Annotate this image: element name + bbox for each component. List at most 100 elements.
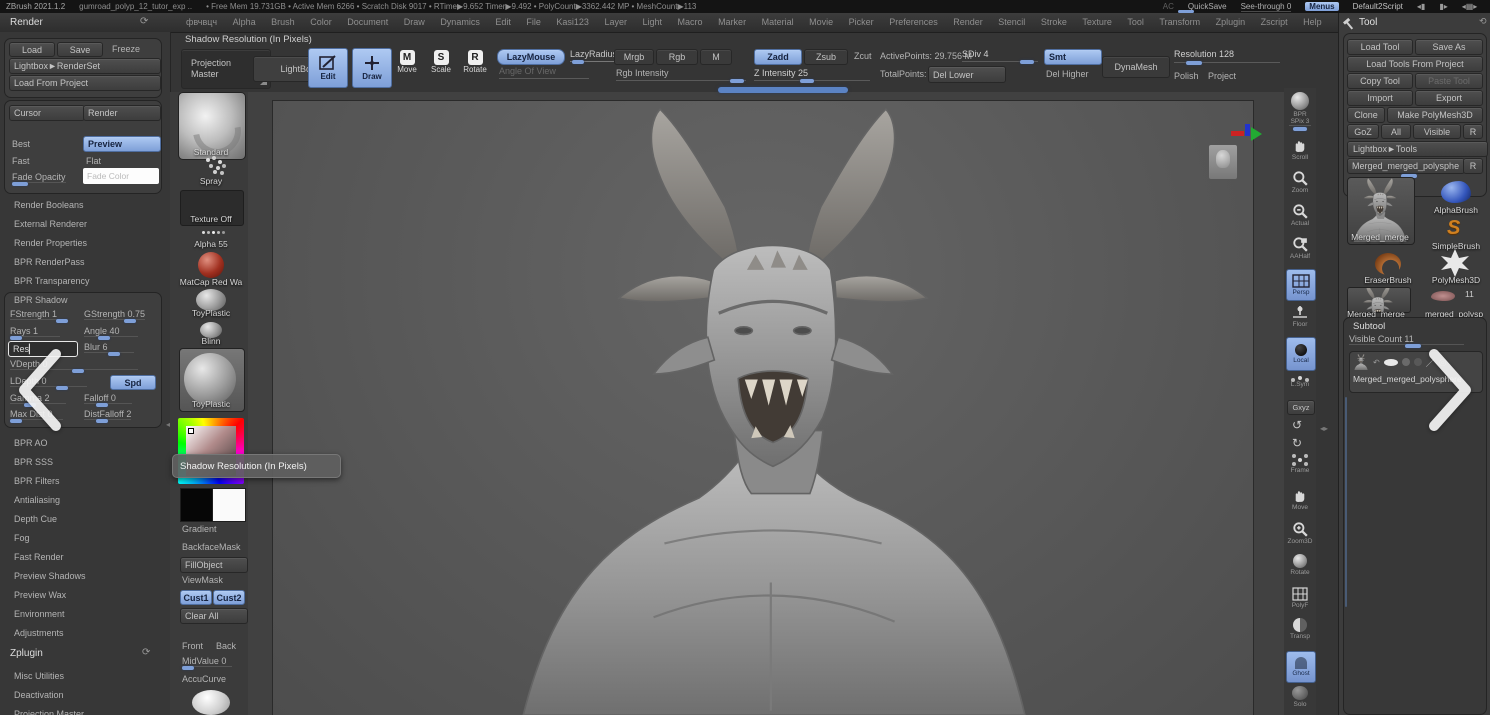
fast-button[interactable]: Fast: [12, 156, 30, 166]
gradient-button[interactable]: Gradient: [182, 524, 217, 534]
menu-item-transform[interactable]: Transform: [1159, 17, 1200, 27]
menu-item-draw[interactable]: Draw: [404, 17, 425, 27]
viewmask-button[interactable]: ViewMask: [182, 575, 223, 585]
local-button[interactable]: Local: [1286, 337, 1316, 371]
import-button[interactable]: Import: [1347, 90, 1413, 106]
section-bpr-ao[interactable]: BPR AO: [14, 438, 48, 448]
bpr-shadow-header[interactable]: BPR Shadow: [14, 295, 68, 305]
simplebrush-icon[interactable]: S: [1447, 217, 1460, 240]
fade-color-swatch[interactable]: Fade Color: [83, 168, 159, 184]
intensity-meter[interactable]: [718, 87, 848, 93]
default2script-button[interactable]: Default2Script: [1353, 2, 1403, 11]
falloff-nub[interactable]: [96, 403, 108, 407]
menu-item-kasi123[interactable]: Kasi123: [556, 17, 589, 27]
menu-item-movie[interactable]: Movie: [809, 17, 833, 27]
polymesh3d-icon[interactable]: [1439, 249, 1471, 277]
front-button[interactable]: Front: [182, 641, 203, 651]
cursor-button[interactable]: Cursor: [9, 105, 85, 121]
goz-r-button[interactable]: R: [1463, 124, 1483, 139]
del-lower-button[interactable]: Del Lower: [928, 66, 1006, 83]
gstrength-slider[interactable]: GStrength 0.75: [84, 309, 145, 320]
zsub-button[interactable]: Zsub: [804, 49, 848, 65]
export-button[interactable]: Export: [1415, 90, 1483, 106]
smt-button[interactable]: Smt: [1044, 49, 1102, 65]
rotate-button[interactable]: R Rotate: [458, 50, 492, 74]
menu-item-picker[interactable]: Picker: [849, 17, 874, 27]
shader-icon[interactable]: [1402, 358, 1410, 366]
goz-button[interactable]: GoZ: [1347, 124, 1379, 139]
alpha-thumbnail-icon[interactable]: [202, 231, 205, 234]
rgb-button[interactable]: Rgb: [656, 49, 698, 65]
lazyradius-nub[interactable]: [572, 60, 584, 64]
see-through-slider[interactable]: See-through 0: [1241, 2, 1292, 12]
section-deactivation[interactable]: Deactivation: [14, 690, 64, 700]
zplugin-refresh-icon[interactable]: ⟳: [142, 647, 150, 658]
zoom-button[interactable]: Zoom: [1286, 170, 1314, 194]
merged-polysphere-icon[interactable]: [1431, 291, 1455, 301]
paste-tool-button[interactable]: Paste Tool: [1415, 73, 1483, 89]
sculpt-demon-bust[interactable]: [463, 107, 1083, 715]
scale-button[interactable]: S Scale: [424, 50, 458, 74]
polish-button[interactable]: Polish: [1174, 71, 1199, 81]
clear-all-button[interactable]: Clear All: [180, 608, 248, 624]
section-external-renderer[interactable]: External Renderer: [14, 219, 87, 229]
vdepth-nub[interactable]: [72, 369, 84, 373]
menu-item-file[interactable]: File: [526, 17, 541, 27]
eye-icon[interactable]: [1384, 359, 1398, 366]
transp-button[interactable]: Transp: [1286, 618, 1314, 640]
current-tool-field[interactable]: Merged_merged_polysphe: [1347, 158, 1465, 174]
all-button[interactable]: All: [1381, 124, 1411, 139]
menu-item-brush[interactable]: Brush: [271, 17, 295, 27]
tool-refresh-icon[interactable]: ⟲: [1479, 16, 1487, 27]
spix-slider[interactable]: SPix 3: [1286, 118, 1314, 131]
section-preview-shadows[interactable]: Preview Shadows: [14, 571, 86, 581]
gstrength-nub[interactable]: [124, 319, 136, 323]
section-misc-utilities[interactable]: Misc Utilities: [14, 671, 64, 681]
menu-item-texture[interactable]: Texture: [1082, 17, 1112, 27]
preview-button[interactable]: Preview: [83, 136, 161, 152]
visible-count-nub[interactable]: [1405, 344, 1421, 348]
section-environment[interactable]: Environment: [14, 609, 65, 619]
eraserbrush-icon[interactable]: [1375, 253, 1401, 275]
section-projection-master[interactable]: Projection Master: [14, 709, 84, 715]
cust1-button[interactable]: Cust1: [180, 590, 212, 605]
visible-button[interactable]: Visible: [1413, 124, 1461, 139]
blur-nub[interactable]: [108, 352, 120, 356]
list-arrow-icon[interactable]: ↶: [1373, 358, 1380, 367]
gxyz-button[interactable]: Gxyz: [1287, 400, 1315, 415]
section-antialiasing[interactable]: Antialiasing: [14, 495, 60, 505]
rgb-intensity-slider[interactable]: Rgb Intensity: [616, 68, 669, 78]
palette-refresh-icon[interactable]: ⟳: [140, 16, 148, 27]
alphabrush-icon[interactable]: [1441, 181, 1471, 203]
sdiv-slider[interactable]: SDiv 4: [962, 49, 989, 59]
section-bpr-filters[interactable]: BPR Filters: [14, 476, 60, 486]
rays-nub[interactable]: [10, 336, 22, 340]
main-color-swatch[interactable]: [180, 488, 214, 522]
menu-item-material[interactable]: Material: [762, 17, 794, 27]
save-button[interactable]: Save: [57, 42, 103, 57]
z-intensity-nub[interactable]: [800, 79, 814, 83]
actual-button[interactable]: Actual: [1286, 203, 1314, 227]
zadd-button[interactable]: Zadd: [754, 49, 802, 65]
menus-button[interactable]: Menus: [1305, 2, 1338, 11]
move-button[interactable]: M Move: [390, 50, 424, 74]
flat-button[interactable]: Flat: [86, 156, 101, 166]
canvas-area[interactable]: [248, 92, 1284, 715]
menu-item-help[interactable]: Help: [1303, 17, 1322, 27]
rotate-right-icon[interactable]: ↻: [1292, 436, 1302, 450]
menu-item-document[interactable]: Document: [347, 17, 388, 27]
lsym-button[interactable]: L.Sym: [1286, 376, 1314, 388]
resolution-slider[interactable]: Resolution 128: [1174, 49, 1234, 59]
project-button[interactable]: Project: [1208, 71, 1236, 81]
angle-nub[interactable]: [98, 336, 110, 340]
section-render-booleans[interactable]: Render Booleans: [14, 200, 84, 210]
bpr-button[interactable]: BPR: [1286, 92, 1314, 118]
midvalue-nub[interactable]: [182, 666, 194, 670]
load-button[interactable]: Load: [9, 42, 55, 57]
solo-button[interactable]: Solo: [1286, 686, 1314, 708]
aahalf-button[interactable]: AAHalf: [1286, 236, 1314, 260]
cust2-button[interactable]: Cust2: [213, 590, 245, 605]
lightbox-renderset-button[interactable]: Lightbox►RenderSet: [9, 58, 161, 74]
section-fog[interactable]: Fog: [14, 533, 30, 543]
resolution-nub[interactable]: [1186, 61, 1202, 65]
